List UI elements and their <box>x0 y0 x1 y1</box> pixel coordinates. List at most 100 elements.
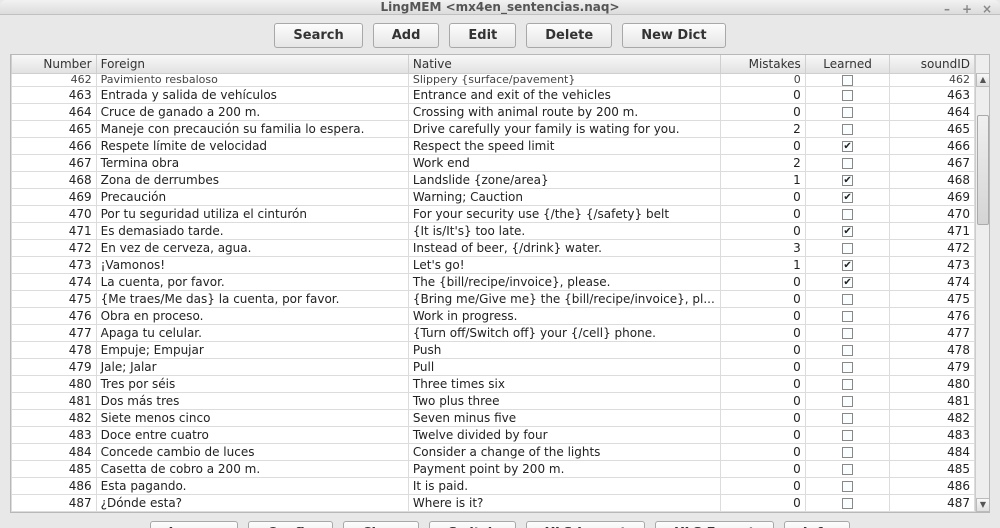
col-learned[interactable]: Learned <box>805 55 890 74</box>
cell-foreign[interactable]: Siete menos cinco <box>96 410 408 427</box>
scroll-up-icon[interactable]: ▲ <box>976 73 989 87</box>
cell-native[interactable]: Drive carefully your family is wating fo… <box>408 121 720 138</box>
table-row[interactable]: 485Casetta de cobro a 200 m.Payment poin… <box>12 461 975 478</box>
cell-native[interactable]: It is paid. <box>408 478 720 495</box>
table-row[interactable]: 474La cuenta, por favor.The {bill/recipe… <box>12 274 975 291</box>
cell-native[interactable]: Payment point by 200 m. <box>408 461 720 478</box>
cell-foreign[interactable]: Termina obra <box>96 155 408 172</box>
cell-number[interactable]: 469 <box>12 189 97 206</box>
table-row[interactable]: 471Es demasiado tarde.{It is/It's} too l… <box>12 223 975 240</box>
cell-number[interactable]: 473 <box>12 257 97 274</box>
cell-learned[interactable] <box>805 155 890 172</box>
cell-number[interactable]: 484 <box>12 444 97 461</box>
cell-number[interactable]: 475 <box>12 291 97 308</box>
learned-checkbox[interactable] <box>842 90 853 101</box>
config-button[interactable]: Config <box>248 521 333 528</box>
cell-mistakes[interactable]: 0 <box>721 444 806 461</box>
cell-foreign[interactable]: Dos más tres <box>96 393 408 410</box>
cell-soundid[interactable]: 475 <box>890 291 975 308</box>
table-row[interactable]: 472En vez de cerveza, agua.Instead of be… <box>12 240 975 257</box>
edit-button[interactable]: Edit <box>449 23 516 48</box>
cell-soundid[interactable]: 479 <box>890 359 975 376</box>
cell-learned[interactable] <box>805 444 890 461</box>
learned-checkbox[interactable] <box>842 209 853 220</box>
learned-checkbox[interactable] <box>842 362 853 373</box>
learned-checkbox[interactable] <box>842 413 853 424</box>
cell-number[interactable]: 476 <box>12 308 97 325</box>
cell-learned[interactable] <box>805 427 890 444</box>
table-row[interactable]: 486Esta pagando.It is paid.0486 <box>12 478 975 495</box>
cell-learned[interactable] <box>805 495 890 512</box>
cell-soundid[interactable]: 481 <box>890 393 975 410</box>
cell-number[interactable]: 474 <box>12 274 97 291</box>
cell-mistakes[interactable]: 0 <box>721 359 806 376</box>
cell-native[interactable]: Crossing with animal route by 200 m. <box>408 104 720 121</box>
table-row[interactable]: 465Maneje con precaución su familia lo e… <box>12 121 975 138</box>
cell-soundid[interactable]: 476 <box>890 308 975 325</box>
cell-number[interactable]: 465 <box>12 121 97 138</box>
cell-number[interactable]: 470 <box>12 206 97 223</box>
cell-mistakes[interactable]: 0 <box>721 342 806 359</box>
cell-number[interactable]: 480 <box>12 376 97 393</box>
cell-native[interactable]: The {bill/recipe/invoice}, please. <box>408 274 720 291</box>
cell-foreign[interactable]: Zona de derrumbes <box>96 172 408 189</box>
cell-foreign[interactable]: Esta pagando. <box>96 478 408 495</box>
learned-checkbox[interactable] <box>842 107 853 118</box>
add-button[interactable]: Add <box>373 23 440 48</box>
table-row[interactable]: 480Tres por séisThree times six0480 <box>12 376 975 393</box>
cell-foreign[interactable]: {Me traes/Me das} la cuenta, por favor. <box>96 291 408 308</box>
cell-foreign[interactable]: Obra en proceso. <box>96 308 408 325</box>
cell-learned[interactable] <box>805 206 890 223</box>
cell-soundid[interactable]: 465 <box>890 121 975 138</box>
cell-soundid[interactable]: 466 <box>890 138 975 155</box>
cell-foreign[interactable]: Respete límite de velocidad <box>96 138 408 155</box>
cell-soundid[interactable]: 482 <box>890 410 975 427</box>
new-dict-button[interactable]: New Dict <box>622 23 725 48</box>
cell-number[interactable]: 472 <box>12 240 97 257</box>
cell-learned[interactable] <box>805 393 890 410</box>
cell-soundid[interactable]: 477 <box>890 325 975 342</box>
cell-learned[interactable]: ✔ <box>805 274 890 291</box>
cell-soundid[interactable]: 486 <box>890 478 975 495</box>
cell-native[interactable]: Two plus three <box>408 393 720 410</box>
learned-checkbox[interactable] <box>842 75 853 86</box>
search-button[interactable]: Search <box>274 23 362 48</box>
delete-button[interactable]: Delete <box>526 23 612 48</box>
cell-learned[interactable] <box>805 104 890 121</box>
cell-number[interactable]: 486 <box>12 478 97 495</box>
table-row[interactable]: 481Dos más tresTwo plus three0481 <box>12 393 975 410</box>
cell-mistakes[interactable]: 0 <box>721 223 806 240</box>
cell-soundid[interactable]: 483 <box>890 427 975 444</box>
table-row[interactable]: 468 Zona de derrumbesLandslide {zone/area… <box>12 172 975 189</box>
cell-number[interactable]: 471 <box>12 223 97 240</box>
cell-foreign[interactable]: Pavimiento resbaloso <box>96 74 408 87</box>
scroll-down-icon[interactable]: ▼ <box>976 498 989 512</box>
cell-soundid[interactable]: 485 <box>890 461 975 478</box>
cell-learned[interactable]: ✔ <box>805 223 890 240</box>
cell-soundid[interactable]: 487 <box>890 495 975 512</box>
cell-mistakes[interactable]: 1 <box>721 172 806 189</box>
cell-soundid[interactable]: 480 <box>890 376 975 393</box>
cell-number[interactable]: 467 <box>12 155 97 172</box>
switch-button[interactable]: Switch <box>429 521 516 528</box>
cell-native[interactable]: Landslide {zone/area} <box>408 172 720 189</box>
learned-checkbox[interactable] <box>842 243 853 254</box>
cell-soundid[interactable]: 463 <box>890 87 975 104</box>
cell-soundid[interactable]: 484 <box>890 444 975 461</box>
table-row[interactable]: 482Siete menos cincoSeven minus five0482 <box>12 410 975 427</box>
cell-foreign[interactable]: ¿Dónde esta? <box>96 495 408 512</box>
table-row[interactable]: 467Termina obraWork end2467 <box>12 155 975 172</box>
cell-learned[interactable] <box>805 308 890 325</box>
cell-number[interactable]: 477 <box>12 325 97 342</box>
table-row[interactable]: 479Jale; JalarPull0479 <box>12 359 975 376</box>
cell-native[interactable]: Seven minus five <box>408 410 720 427</box>
cell-number[interactable]: 485 <box>12 461 97 478</box>
cell-mistakes[interactable]: 0 <box>721 461 806 478</box>
cell-native[interactable]: Entrance and exit of the vehicles <box>408 87 720 104</box>
cell-mistakes[interactable]: 0 <box>721 427 806 444</box>
learned-checkbox[interactable] <box>842 158 853 169</box>
lesson-button[interactable]: Lesson <box>150 521 239 528</box>
cell-learned[interactable]: ✔ <box>805 257 890 274</box>
cell-soundid[interactable]: 468 <box>890 172 975 189</box>
table-row[interactable]: 462Pavimiento resbalosoSlippery {surface… <box>12 74 975 87</box>
